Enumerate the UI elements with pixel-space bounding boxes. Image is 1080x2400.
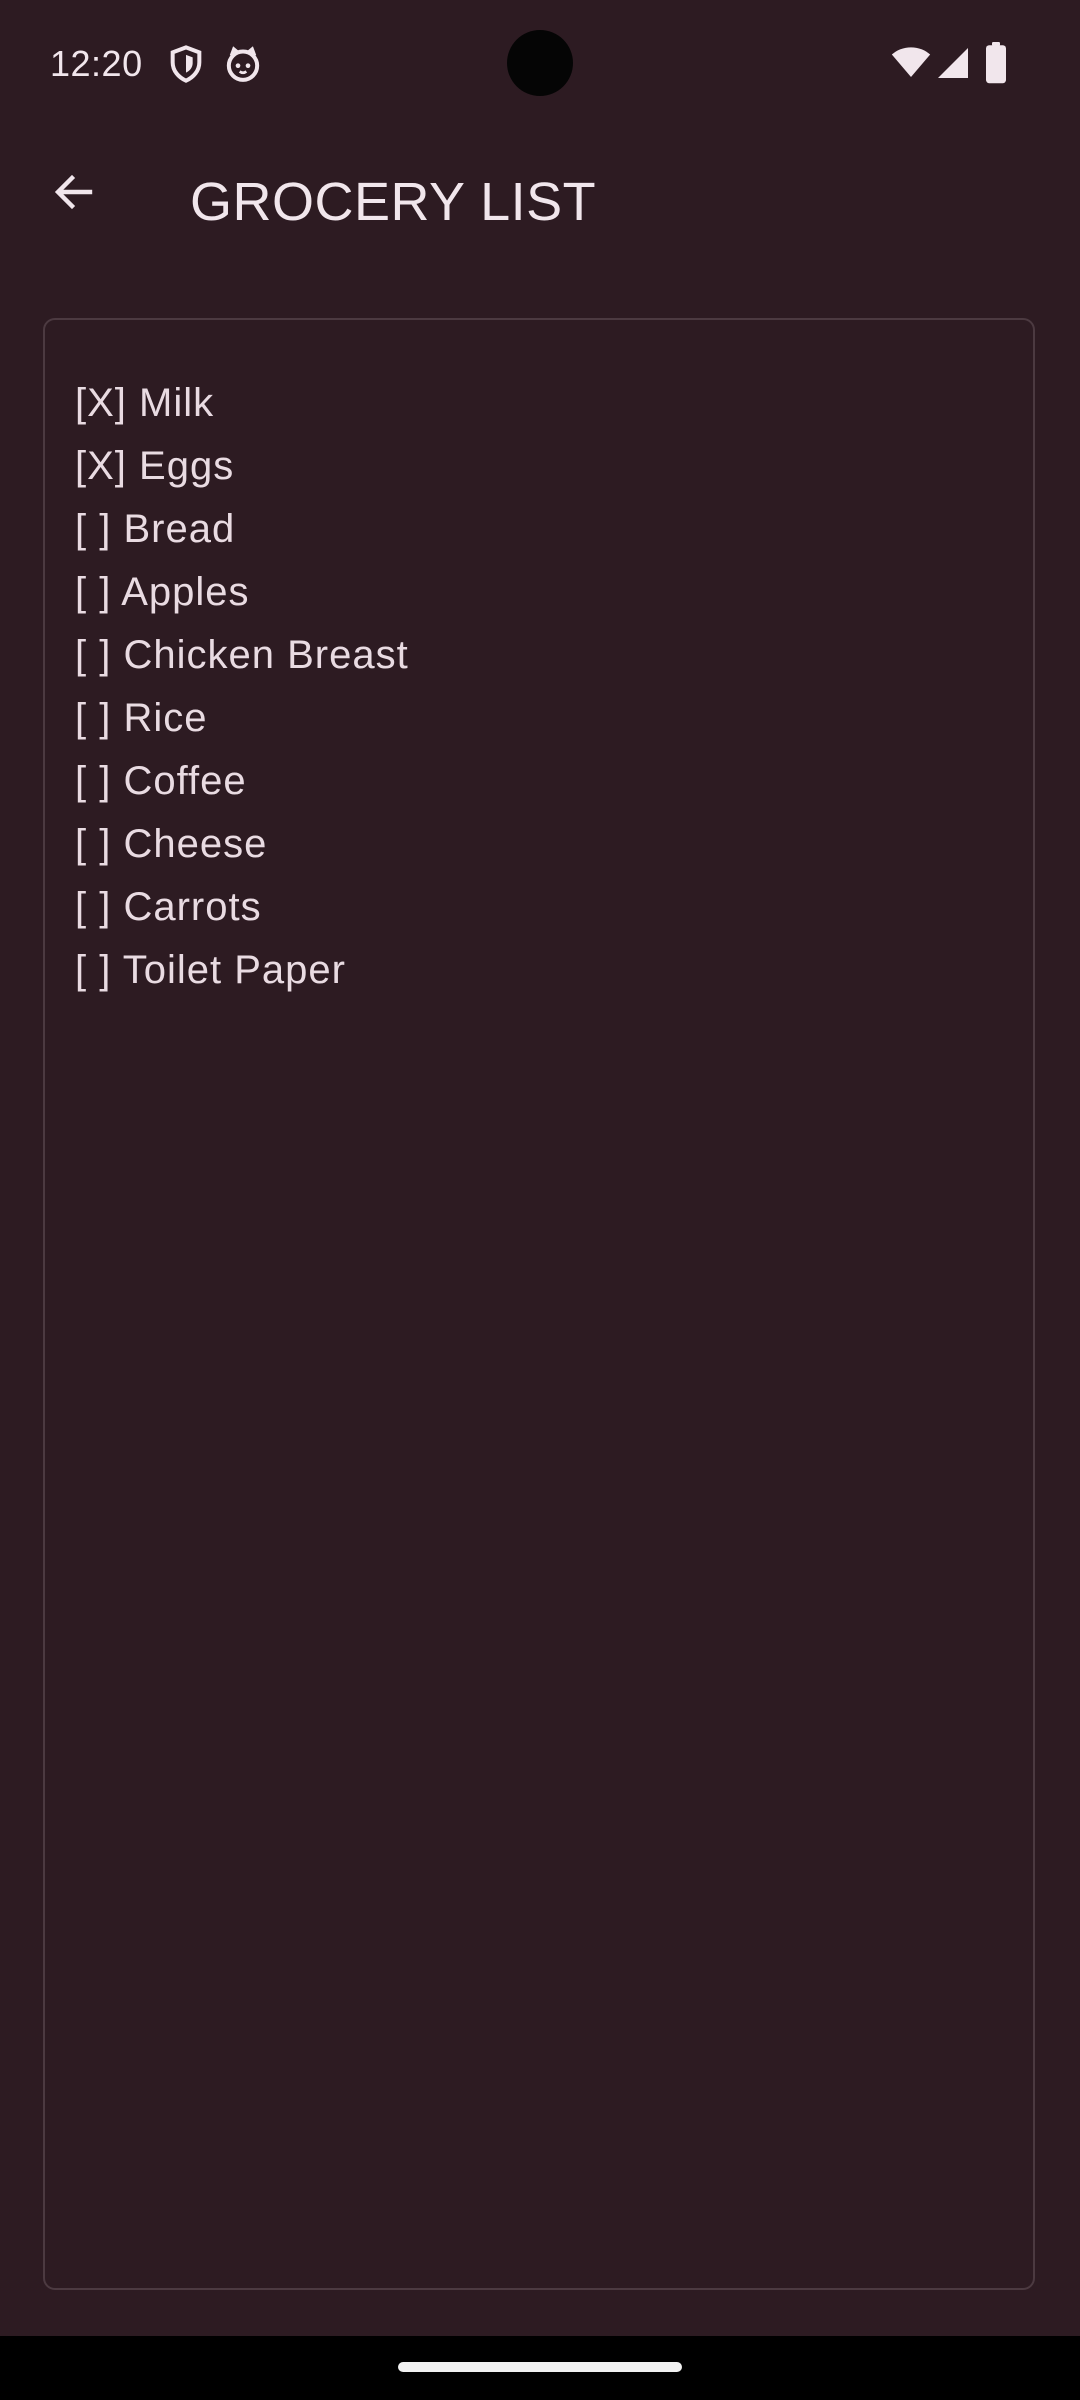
list-item: [ ] Chicken Breast — [75, 633, 409, 677]
list-item: [ ] Apples — [75, 570, 250, 614]
list-item: [ ] Toilet Paper — [75, 948, 346, 992]
list-item: [ ] Rice — [75, 696, 208, 740]
camera-cutout — [507, 30, 573, 96]
list-item: [ ] Cheese — [75, 822, 268, 866]
cellular-signal-icon — [935, 44, 971, 82]
page-title: GROCERY LIST — [190, 172, 597, 232]
list-item: [ ] Carrots — [75, 885, 262, 929]
status-bar: 12:20 — [0, 0, 1080, 128]
app-bar: GROCERY LIST — [0, 128, 1080, 272]
status-time: 12:20 — [50, 43, 143, 84]
list-item: [X] Eggs — [75, 444, 235, 488]
battery-icon — [985, 42, 1007, 84]
list-item: [ ] Coffee — [75, 759, 247, 803]
shield-icon — [166, 44, 206, 84]
back-button[interactable] — [40, 160, 108, 228]
screen: 12:20 GROCERY LIST [X] Milk [X] Eggs []… — [0, 0, 1080, 2400]
navigation-bar — [0, 2336, 1080, 2400]
list-item: [X] Milk — [75, 381, 215, 425]
list-item: [ ] Bread — [75, 507, 236, 551]
home-indicator[interactable] — [398, 2362, 682, 2372]
grocery-list: [X] Milk [X] Eggs [ ] Bread [ ] Apples [… — [75, 372, 409, 1002]
wifi-icon — [890, 42, 932, 82]
cat-face-icon — [223, 44, 263, 84]
arrow-back-icon — [50, 168, 98, 221]
note-text-field[interactable]: [X] Milk [X] Eggs [ ] Bread [ ] Apples [… — [43, 318, 1035, 2290]
